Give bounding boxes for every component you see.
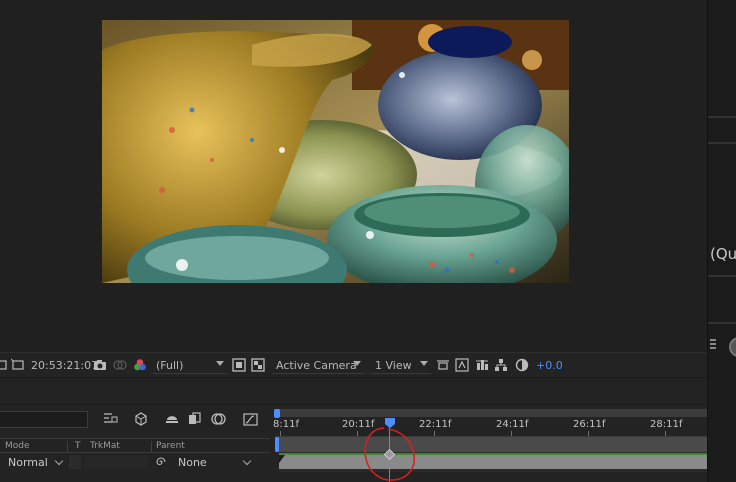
parent-dropdown[interactable]: None: [172, 455, 254, 470]
ruler-tick: [434, 431, 435, 436]
timeline-header: [0, 378, 707, 405]
panel-divider: [708, 116, 736, 118]
resolution-dropdown[interactable]: (Full): [153, 357, 227, 374]
ruler-tick: [511, 431, 512, 436]
work-area-bar[interactable]: [275, 437, 707, 452]
column-divider: [67, 441, 68, 452]
view-dropdown[interactable]: Active Camera: [272, 357, 364, 374]
chevron-down-icon: [216, 361, 224, 366]
show-snapshot-icon[interactable]: [113, 358, 127, 372]
ruler-label: 26:11f: [573, 419, 606, 430]
red-circle-annotation: [364, 427, 416, 481]
quality-label: (Qua: [710, 245, 736, 263]
draft-3d-icon[interactable]: [133, 411, 149, 427]
toggle-mask-icon[interactable]: [232, 358, 246, 372]
parent-pickwhip-icon[interactable]: [155, 456, 167, 468]
view-value: Active Camera: [276, 359, 357, 372]
ruler-label: 8:11f: [273, 419, 299, 430]
preserve-transparency-toggle[interactable]: [69, 455, 81, 469]
layout-dropdown[interactable]: 1 View: [371, 357, 431, 374]
blend-mode-dropdown[interactable]: Normal: [2, 455, 66, 470]
viewer-toolbar: 20:53:21:07 (Full) Active Camera 1 View: [0, 352, 707, 376]
column-trkmat[interactable]: TrkMat: [90, 441, 120, 451]
layer-duration-bar[interactable]: [279, 455, 707, 469]
layer-row[interactable]: Normal None: [0, 454, 270, 471]
layer-search-input[interactable]: [0, 411, 88, 428]
ruler-label: 24:11f: [496, 419, 529, 430]
chevron-down-icon: [54, 456, 64, 466]
composition-viewer[interactable]: [0, 0, 707, 352]
timecode[interactable]: 20:53:21:07: [31, 359, 98, 372]
ruler-tick: [280, 431, 281, 436]
hide-shy-layers-icon[interactable]: [164, 411, 180, 427]
parent-value: None: [178, 456, 207, 469]
column-t[interactable]: T: [75, 441, 81, 451]
resolution-value: (Full): [156, 359, 184, 372]
right-side-panel[interactable]: (Qua: [707, 0, 736, 482]
time-ruler[interactable]: 8:11f 20:11f 22:11f 24:11f 26:11f 28:11f: [273, 418, 707, 437]
flowchart-icon[interactable]: [494, 358, 508, 372]
transparency-toggle-icon[interactable]: [11, 358, 25, 372]
panel-divider: [708, 322, 736, 324]
fast-preview-icon[interactable]: [436, 358, 450, 372]
timeline-panel: Mode T TrkMat Parent Normal None 8:11f 2…: [0, 377, 707, 482]
layer-in-point-marker: [279, 455, 285, 463]
composition-frame[interactable]: [102, 20, 569, 283]
timeline-column-headers: Mode T TrkMat Parent: [0, 438, 270, 453]
ruler-tick: [588, 431, 589, 436]
panel-divider: [708, 275, 736, 277]
3d-view-icon[interactable]: [475, 358, 489, 372]
timeline-time-area[interactable]: 8:11f 20:11f 22:11f 24:11f 26:11f 28:11f: [273, 408, 707, 482]
reset-exposure-icon[interactable]: [515, 358, 529, 372]
chevron-down-icon: [420, 361, 428, 366]
graph-editor-icon[interactable]: [243, 411, 259, 427]
column-mode[interactable]: Mode: [5, 441, 30, 451]
frame-blending-icon[interactable]: [187, 411, 203, 427]
column-divider: [151, 441, 152, 452]
blend-mode-value: Normal: [8, 456, 48, 469]
toggle-circle-icon[interactable]: [729, 337, 736, 357]
track-matte-field[interactable]: [84, 455, 148, 469]
layout-value: 1 View: [375, 359, 412, 372]
chevron-down-icon: [353, 361, 361, 366]
preview-icon[interactable]: [455, 358, 469, 372]
panel-divider: [708, 142, 736, 144]
motion-blur-icon[interactable]: [211, 411, 227, 427]
exposure-value[interactable]: +0.0: [536, 359, 563, 372]
ruler-tick: [665, 431, 666, 436]
work-area-start-handle[interactable]: [275, 437, 279, 452]
time-navigator-start-handle[interactable]: [274, 409, 280, 418]
chevron-down-icon: [242, 456, 252, 466]
snapshot-camera-icon[interactable]: [93, 358, 107, 372]
grip-icon[interactable]: [710, 337, 716, 355]
color-channels-icon[interactable]: [133, 358, 147, 372]
column-parent[interactable]: Parent: [156, 441, 185, 451]
time-navigator[interactable]: [274, 409, 707, 418]
glass-vases-photo: [102, 20, 569, 283]
composition-mini-flowchart-icon[interactable]: [102, 411, 118, 427]
transparency-grid-icon[interactable]: [251, 358, 265, 372]
ruler-label: 28:11f: [650, 419, 683, 430]
ruler-label: 22:11f: [419, 419, 452, 430]
